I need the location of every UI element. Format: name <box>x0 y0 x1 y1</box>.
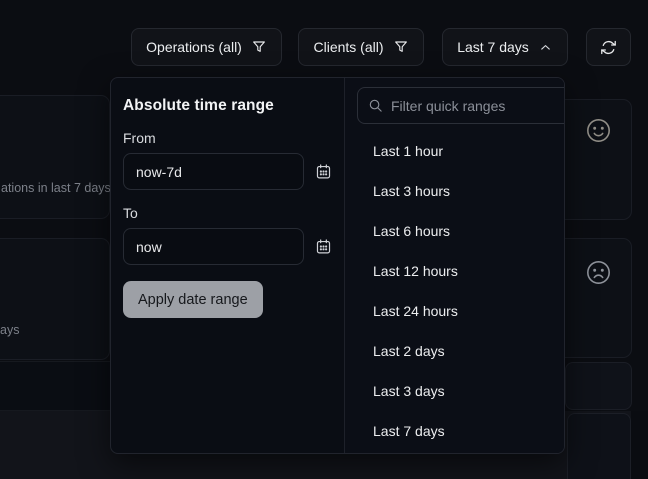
from-calendar-button[interactable] <box>315 163 332 180</box>
stat-card-caption: ations in last 7 days <box>1 181 111 195</box>
refresh-button[interactable] <box>586 28 631 66</box>
chevron-up-icon <box>538 40 553 55</box>
stat-card-left-2 <box>0 238 110 360</box>
to-calendar-button[interactable] <box>315 238 332 255</box>
quick-range-option[interactable]: Last 3 hours <box>357 171 565 211</box>
calendar-icon <box>315 238 332 255</box>
search-icon <box>368 98 383 113</box>
quick-range-option[interactable]: Last 1 hour <box>357 131 565 171</box>
frown-face-icon <box>585 259 612 286</box>
calendar-icon <box>315 163 332 180</box>
background-section-band <box>0 361 110 411</box>
refresh-icon <box>600 39 617 56</box>
operations-filter-button[interactable]: Operations (all) <box>131 28 282 66</box>
quick-range-option[interactable]: Last 2 days <box>357 331 565 371</box>
apply-date-range-button[interactable]: Apply date range <box>123 281 263 318</box>
smiley-face-icon <box>585 117 612 144</box>
to-input[interactable] <box>123 228 304 265</box>
funnel-icon <box>393 39 409 55</box>
absolute-time-range-title: Absolute time range <box>123 97 332 115</box>
to-field-row <box>123 228 332 265</box>
quick-range-option[interactable]: Last 6 hours <box>357 211 565 251</box>
operations-filter-label: Operations (all) <box>146 39 242 55</box>
background-bottom-card <box>567 413 631 479</box>
clients-filter-label: Clients (all) <box>313 39 383 55</box>
time-range-dropdown: Absolute time range From To <box>110 77 565 454</box>
quick-ranges-filter-input[interactable] <box>391 98 565 114</box>
quick-ranges-pane: Last 1 hour Last 3 hours Last 6 hours La… <box>345 78 565 453</box>
background-mini-card <box>565 362 632 410</box>
funnel-icon <box>251 39 267 55</box>
absolute-time-range-pane: Absolute time range From To <box>111 78 345 453</box>
quick-ranges-search-box[interactable] <box>357 87 565 124</box>
to-label: To <box>123 205 332 221</box>
from-label: From <box>123 130 332 146</box>
stat-card-caption: ays <box>0 323 19 337</box>
time-range-button[interactable]: Last 7 days <box>442 28 568 66</box>
quick-range-option[interactable]: Last 3 days <box>357 371 565 411</box>
quick-range-option[interactable]: Last 24 hours <box>357 291 565 331</box>
from-input[interactable] <box>123 153 304 190</box>
clients-filter-button[interactable]: Clients (all) <box>298 28 424 66</box>
quick-ranges-list: Last 1 hour Last 3 hours Last 6 hours La… <box>357 131 565 451</box>
stat-card-left-1 <box>0 95 110 219</box>
quick-range-option[interactable]: Last 12 hours <box>357 251 565 291</box>
from-field-row <box>123 153 332 190</box>
quick-range-option[interactable]: Last 7 days <box>357 411 565 451</box>
time-range-label: Last 7 days <box>457 39 529 55</box>
background-gutter <box>631 411 648 479</box>
